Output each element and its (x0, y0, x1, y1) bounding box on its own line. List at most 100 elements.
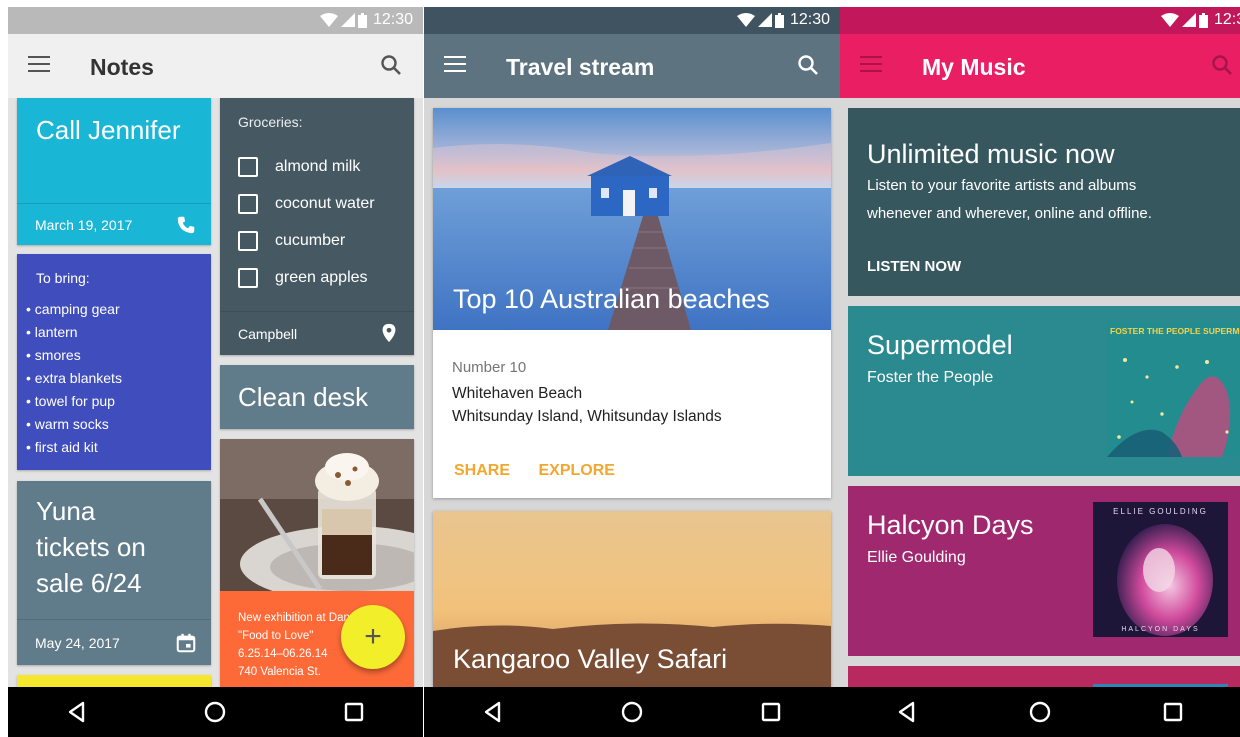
signal-icon (757, 13, 772, 27)
notes-title: Notes (90, 54, 154, 80)
status-bar: 12:30 (840, 7, 1240, 34)
checklist-item[interactable]: cucumber (238, 222, 375, 259)
album-cover-text: FOSTER THE PEOPLE SUPERMODEL (1110, 326, 1240, 336)
back-icon[interactable] (893, 698, 921, 726)
screenshot-root: 12:30 Notes Call Jennifer March 19, 2017… (0, 0, 1240, 737)
checkbox[interactable] (238, 156, 258, 177)
note-to-bring[interactable]: To bring: • camping gear • lantern • smo… (17, 254, 211, 470)
note-heading: Groceries: (238, 114, 303, 130)
explore-button[interactable]: EXPLORE (538, 462, 614, 480)
promo-line: Listen to your favorite artists and albu… (867, 177, 1137, 194)
notes-app-bar: Notes (8, 34, 423, 98)
note-image[interactable] (220, 439, 414, 591)
note-clean-desk[interactable]: Clean desk (220, 365, 414, 429)
exhibition-line: "Food to Love" (238, 630, 314, 642)
album-card-halcyon-days[interactable]: Halcyon Days Ellie Goulding ELLIE GOULDI… (848, 486, 1240, 656)
plus-icon: + (364, 620, 382, 653)
card-location: Whitsunday Island, Whitsunday Islands (452, 408, 722, 425)
album-cover-top-text: ELLIE GOULDING (1113, 507, 1208, 516)
wifi-icon (1160, 13, 1179, 27)
card-actions: SHARE EXPLORE (454, 462, 639, 480)
note-groceries[interactable]: Groceries: almond milk coconut water cuc… (220, 98, 414, 355)
album-title: Halcyon Days (867, 510, 1034, 540)
music-app-bar: My Music (840, 34, 1240, 98)
travel-card-safari[interactable]: Kangaroo Valley Safari (433, 511, 831, 691)
list-item: • lantern (26, 324, 78, 340)
checklist-item[interactable]: coconut water (238, 185, 375, 222)
promo-line: whenever and wherever, online and offlin… (867, 205, 1152, 222)
back-icon[interactable] (479, 698, 507, 726)
list-item: • first aid kit (26, 439, 98, 455)
checklist-item[interactable]: almond milk (238, 148, 375, 185)
home-icon[interactable] (618, 698, 646, 726)
note-call-jennifer[interactable]: Call Jennifer March 19, 2017 (17, 98, 211, 245)
album-cover-supermodel: FOSTER THE PEOPLE SUPERMODEL (1107, 322, 1240, 457)
note-title-line: Yuna (36, 496, 96, 526)
menu-icon[interactable] (444, 56, 466, 74)
list-item: • camping gear (26, 301, 120, 317)
checklist-label: cucumber (275, 231, 346, 249)
album-card-supermodel[interactable]: Supermodel Foster the People FOSTER THE … (848, 306, 1240, 476)
share-button[interactable]: SHARE (454, 462, 510, 480)
card-subtitle: Number 10 (452, 359, 527, 376)
list-item: • smores (26, 347, 81, 363)
add-note-button[interactable]: + (341, 605, 405, 669)
checklist-label: coconut water (275, 194, 375, 212)
battery-icon (357, 12, 367, 28)
calendar-icon[interactable] (175, 632, 197, 654)
card-place: Whitehaven Beach (452, 385, 583, 402)
battery-icon (774, 12, 784, 28)
list-item: • extra blankets (26, 370, 122, 386)
home-icon[interactable] (1026, 698, 1054, 726)
home-icon[interactable] (201, 698, 229, 726)
note-date: May 24, 2017 (35, 635, 120, 651)
menu-icon[interactable] (28, 56, 50, 74)
menu-icon[interactable] (860, 56, 882, 74)
search-icon[interactable] (796, 53, 820, 77)
album-cover-halcyon-days: ELLIE GOULDING HALCYON DAYS (1093, 502, 1228, 637)
wifi-icon (319, 13, 338, 27)
hero-image: Top 10 Australian beaches (433, 108, 831, 330)
checkbox[interactable] (238, 230, 258, 251)
status-time: 12:30 (789, 11, 830, 28)
note-location: Campbell (238, 326, 298, 342)
checklist-label: green apples (275, 268, 368, 286)
recents-icon[interactable] (1159, 698, 1187, 726)
search-icon[interactable] (379, 53, 403, 77)
exhibition-text: New exhibition at Dan "Food to Love" 6.2… (238, 609, 350, 681)
search-icon[interactable] (1210, 53, 1234, 77)
list-item: • towel for pup (26, 393, 115, 409)
signal-icon (340, 13, 355, 27)
recents-icon[interactable] (757, 698, 785, 726)
checkbox[interactable] (238, 193, 258, 214)
nav-bar (840, 687, 1240, 737)
note-title: Call Jennifer (36, 115, 181, 145)
battery-icon (1198, 12, 1208, 28)
recents-icon[interactable] (340, 698, 368, 726)
list-item: • warm socks (26, 416, 109, 432)
album-artist: Foster the People (867, 369, 994, 386)
music-promo-card[interactable]: Unlimited music now Listen to your favor… (848, 108, 1240, 296)
checkbox[interactable] (238, 267, 258, 288)
back-icon[interactable] (63, 698, 91, 726)
phone-icon[interactable] (175, 214, 197, 236)
note-title-line: sale 6/24 (36, 568, 142, 598)
wifi-icon (736, 13, 755, 27)
travel-title: Travel stream (506, 54, 655, 80)
status-time: 12:30 (1213, 11, 1240, 28)
travel-card-beaches[interactable]: Top 10 Australian beaches Number 10 Whit… (433, 108, 831, 498)
note-title-line: tickets on (36, 532, 146, 562)
dessert-image (220, 439, 414, 591)
album-artist: Ellie Goulding (867, 549, 966, 566)
card-hero-title: Top 10 Australian beaches (453, 284, 770, 314)
note-yuna-tickets[interactable]: Yuna tickets on sale 6/24 May 24, 2017 (17, 481, 211, 665)
signal-icon (1181, 13, 1196, 27)
checklist-label: almond milk (275, 157, 361, 175)
checklist-item[interactable]: green apples (238, 259, 375, 296)
supermodel-cover-art (1107, 322, 1240, 457)
bring-list: • camping gear • lantern • smores • extr… (26, 298, 122, 459)
album-cover-bottom-text: HALCYON DAYS (1121, 626, 1200, 633)
listen-now-button[interactable]: LISTEN NOW (867, 258, 961, 275)
travel-phone: 12:30 Travel stream Top 10 Australian be… (424, 7, 840, 737)
location-pin-icon[interactable] (378, 322, 400, 344)
